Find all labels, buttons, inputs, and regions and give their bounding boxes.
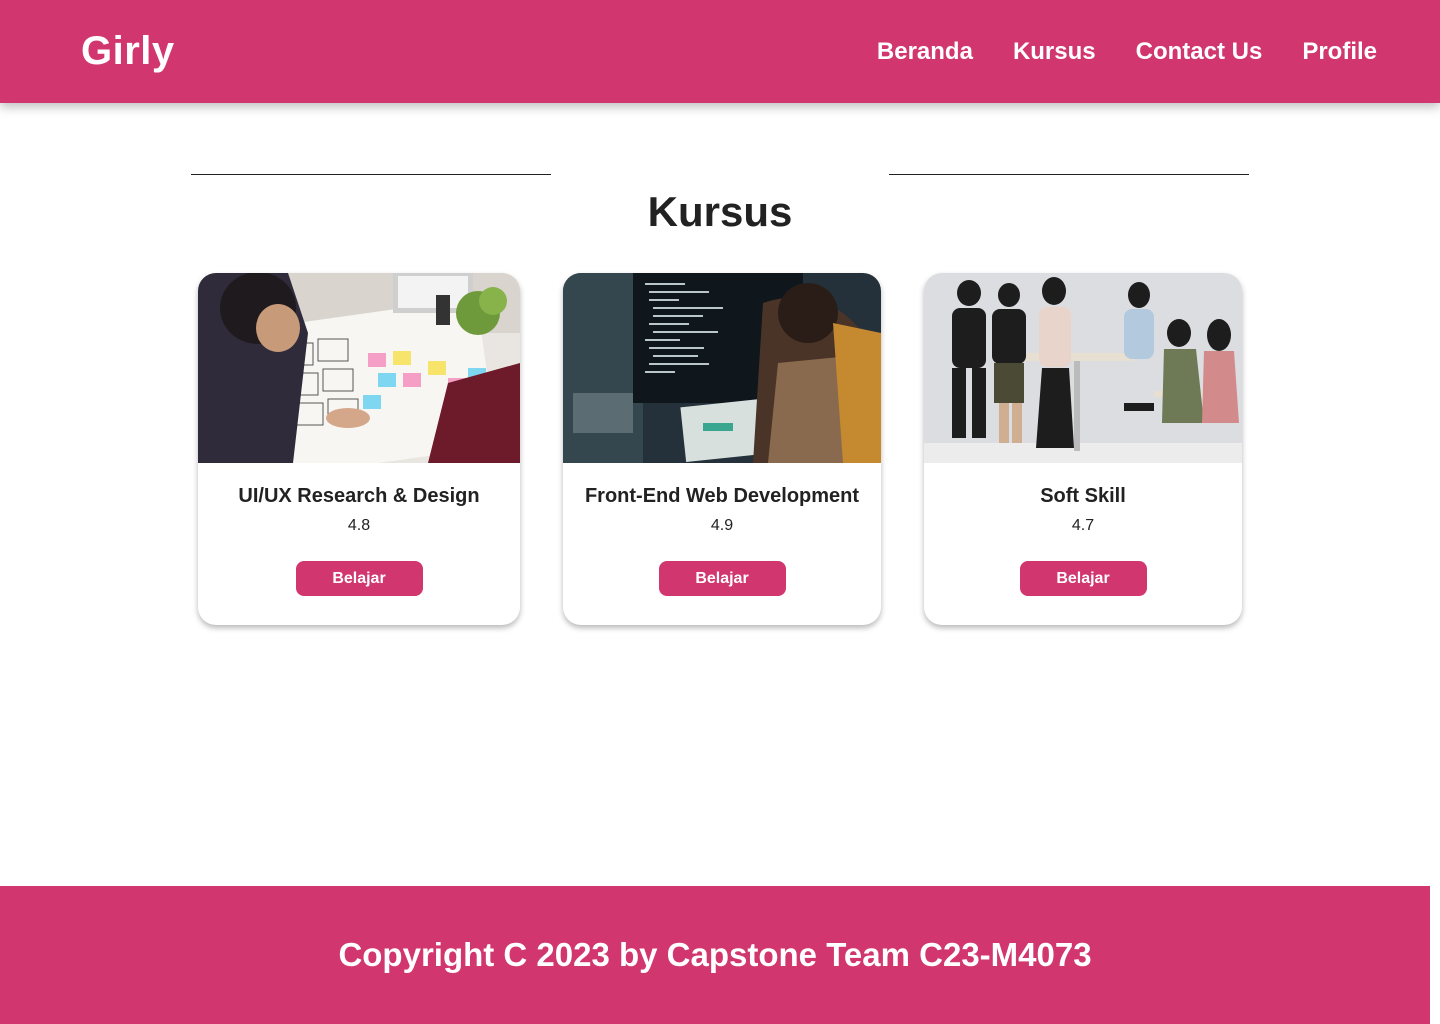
footer-copyright: Copyright C 2023 by Capstone Team C23-M4… (338, 936, 1092, 973)
course-title: Soft Skill (1040, 485, 1126, 507)
course-rating: 4.8 (347, 517, 371, 534)
divider-right (889, 174, 1249, 175)
brand-logo[interactable]: Girly (81, 29, 175, 74)
nav-link-profile[interactable]: Profile (1302, 38, 1377, 66)
belajar-button[interactable]: Belajar (658, 561, 786, 596)
course-rating: 4.9 (710, 517, 734, 534)
course-image-frontend (563, 273, 881, 463)
footer: Copyright C 2023 by Capstone Team C23-M4… (0, 886, 1430, 1024)
nav-link-contact-us[interactable]: Contact Us (1136, 38, 1263, 66)
belajar-button[interactable]: Belajar (1019, 561, 1147, 596)
course-image-uiux (198, 273, 520, 463)
course-rating: 4.7 (1071, 517, 1095, 534)
navbar: Girly Beranda Kursus Contact Us Profile (0, 0, 1440, 103)
section-title: Kursus (647, 188, 793, 235)
divider-left (191, 174, 551, 175)
course-title: UI/UX Research & Design (238, 485, 480, 507)
course-card-frontend: Front-End Web Development 4.9 Belajar (563, 273, 881, 625)
course-card-uiux: UI/UX Research & Design 4.8 Belajar (198, 273, 520, 625)
nav-link-kursus[interactable]: Kursus (1013, 38, 1096, 66)
belajar-button[interactable]: Belajar (295, 561, 423, 596)
course-card-softskill: Soft Skill 4.7 Belajar (924, 273, 1242, 625)
course-title: Front-End Web Development (584, 485, 860, 507)
nav-links: Beranda Kursus Contact Us Profile (877, 38, 1377, 66)
nav-link-beranda[interactable]: Beranda (877, 38, 973, 66)
course-image-softskill (924, 273, 1242, 463)
